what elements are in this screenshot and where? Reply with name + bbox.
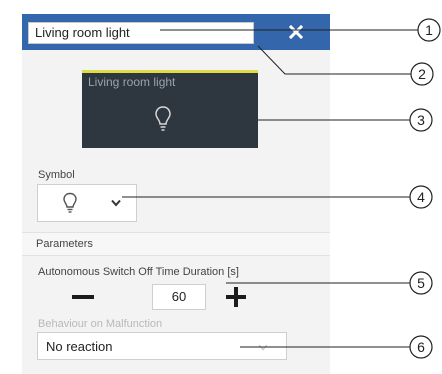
malfunction-value: No reaction xyxy=(46,339,113,354)
panel-header: Living room light xyxy=(22,14,330,50)
auto-off-label: Autonomous Switch Off Time Duration [s] xyxy=(38,266,239,278)
name-input[interactable]: Living room light xyxy=(28,22,254,44)
callout-4: 4 xyxy=(417,189,425,205)
callout-6: 6 xyxy=(417,339,425,355)
malfunction-select[interactable]: No reaction xyxy=(37,332,287,360)
tile-label: Living room light xyxy=(88,75,176,89)
symbol-label: Symbol xyxy=(38,169,75,181)
settings-panel: Living room light Living room light Symb… xyxy=(22,14,330,374)
parameters-section-header: Parameters xyxy=(22,232,330,256)
preview-tile: Living room light xyxy=(82,70,258,148)
callout-5: 5 xyxy=(417,275,425,291)
increment-button[interactable] xyxy=(226,286,246,308)
chevron-down-icon xyxy=(111,199,121,207)
chevron-down-icon xyxy=(258,344,268,351)
malfunction-label: Behaviour on Malfunction xyxy=(38,318,163,330)
parameters-title: Parameters xyxy=(36,238,93,250)
auto-off-value-input[interactable]: 60 xyxy=(152,284,206,310)
symbol-select[interactable] xyxy=(37,184,137,222)
decrement-button[interactable] xyxy=(72,286,94,308)
plus-icon-vertical xyxy=(234,287,238,307)
lightbulb-icon xyxy=(63,192,77,213)
callout-3: 3 xyxy=(417,112,425,128)
close-button[interactable] xyxy=(262,14,330,50)
callout-2: 2 xyxy=(418,66,426,82)
minus-icon xyxy=(72,295,94,299)
lightbulb-icon xyxy=(155,106,171,131)
callout-1: 1 xyxy=(425,22,433,38)
close-icon xyxy=(289,25,303,39)
